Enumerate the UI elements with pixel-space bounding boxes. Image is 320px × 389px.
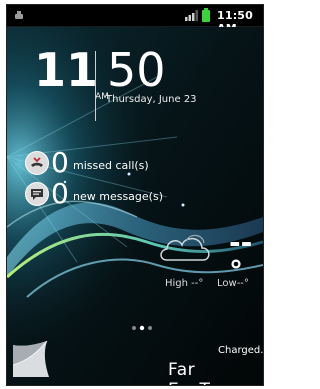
page-indicator [132,325,152,331]
carrier-name: Far EasTone [168,360,240,385]
page-dot [132,326,136,330]
clock-minute: 50 [107,43,166,97]
missed-calls-count: 0 [51,146,69,179]
status-bar: 11:50 AM [7,5,263,35]
signal-strength-icon [185,10,198,21]
charge-status: Charged. [218,345,264,356]
new-messages-label: new message(s) [73,190,163,203]
clock-date: Thursday, June 23 [106,94,197,105]
weather-temperature: --° [229,226,253,287]
missed-calls-label: missed call(s) [73,159,149,172]
new-messages-count: 0 [51,177,69,210]
lockscreen: 11:50 AM [6,4,264,386]
clock-divider [95,51,96,121]
page-dot [148,326,152,330]
message-icon [25,182,49,206]
clock-hour: 11 [34,43,99,97]
cloudy-icon [160,234,210,261]
weather-low: Low--° [217,278,249,289]
battery-icon [202,8,210,22]
page-dot-active [139,325,145,331]
weather-high: High --° [165,278,204,289]
usb-debug-icon [15,11,23,19]
page-curl-unlock-handle[interactable] [13,341,49,377]
missed-call-icon [25,151,49,175]
